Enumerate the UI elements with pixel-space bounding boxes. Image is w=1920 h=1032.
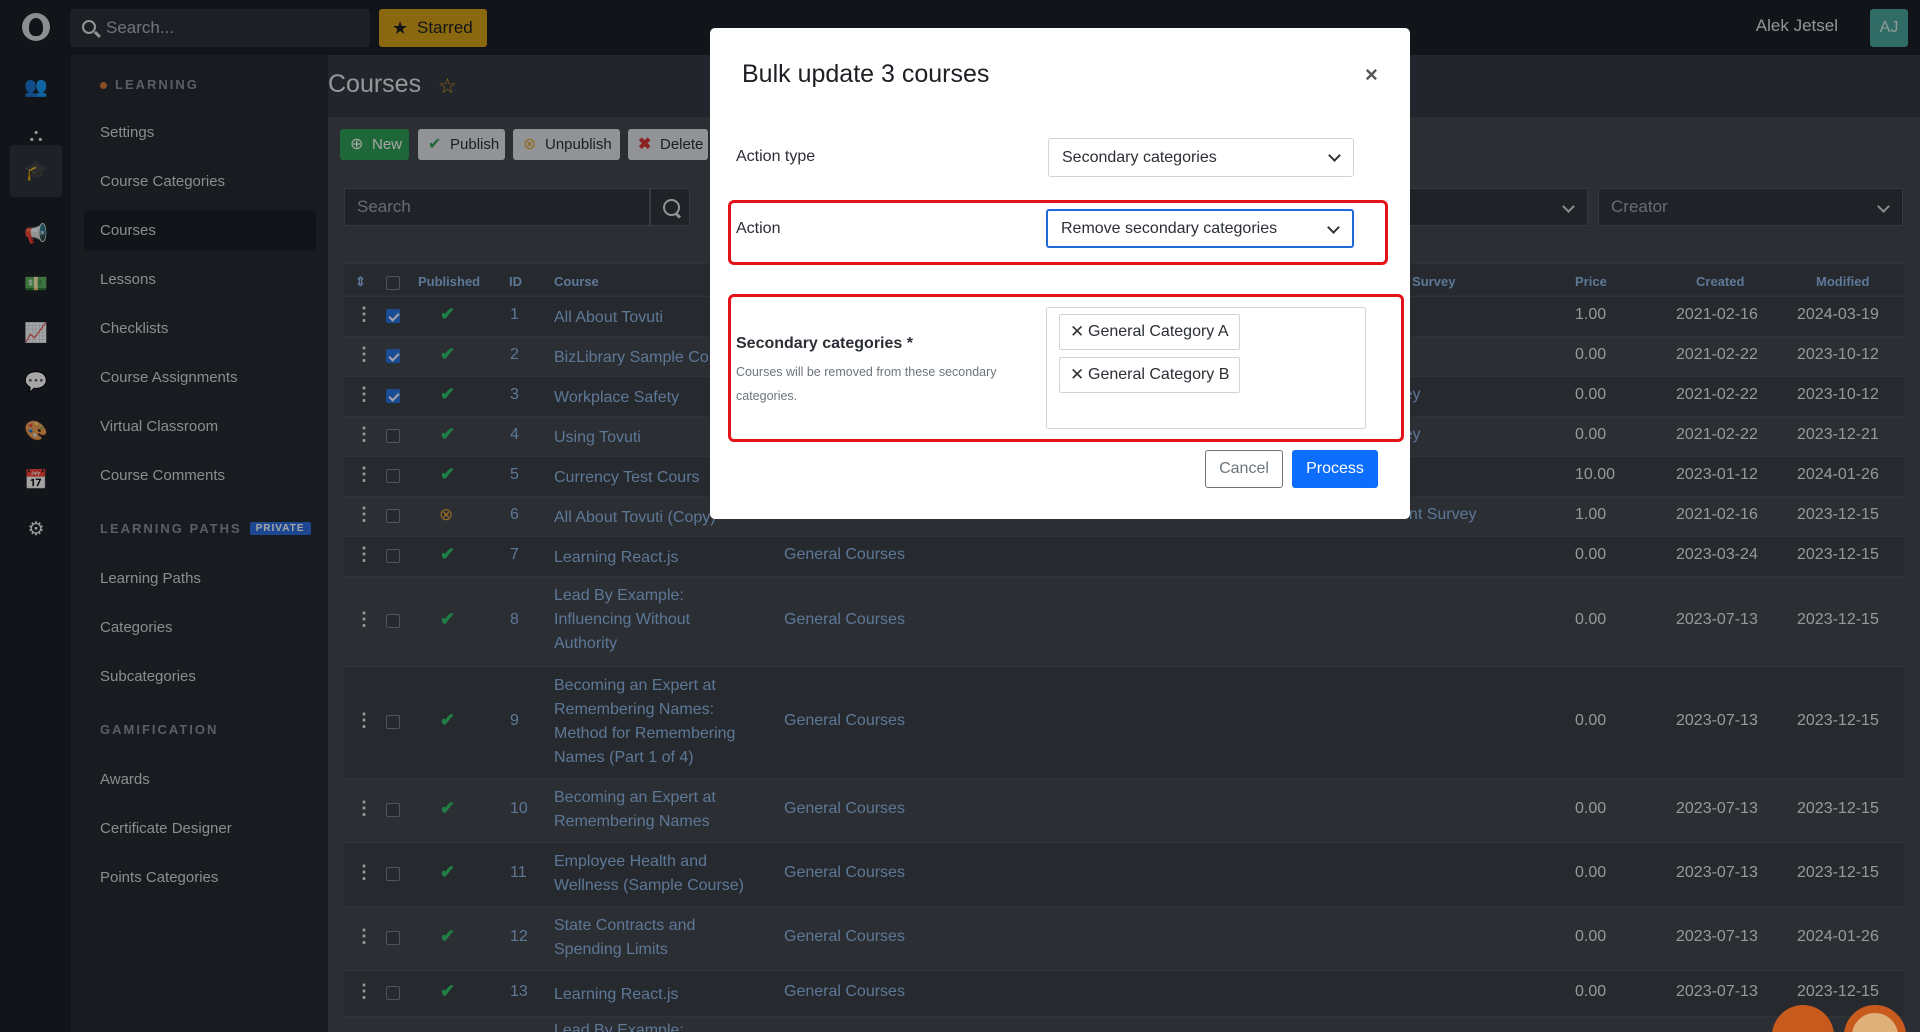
tag-label: General Category B: [1088, 366, 1230, 383]
action-type-select[interactable]: Secondary categories: [1048, 138, 1354, 177]
action-type-label: Action type: [736, 148, 816, 165]
cancel-button[interactable]: Cancel: [1205, 450, 1283, 488]
process-button[interactable]: Process: [1292, 450, 1378, 488]
modal-title: Bulk update 3 courses: [742, 60, 990, 88]
tag-chip: ✕ General Category B: [1059, 357, 1241, 393]
secondary-categories-label: Secondary categories *: [736, 335, 913, 352]
secondary-categories-field[interactable]: ✕ General Category A ✕ General Category B: [1046, 307, 1366, 429]
remove-tag-icon[interactable]: ✕: [1070, 315, 1084, 349]
action-value: Remove secondary categories: [1061, 220, 1278, 237]
chevron-down-icon: [1327, 221, 1340, 234]
action-type-value: Secondary categories: [1062, 149, 1217, 166]
bulk-update-modal: Bulk update 3 courses × Action type Seco…: [710, 28, 1410, 519]
tag-chip: ✕ General Category A: [1059, 314, 1240, 350]
close-icon[interactable]: ×: [1365, 62, 1378, 88]
action-select[interactable]: Remove secondary categories: [1046, 209, 1354, 248]
remove-tag-icon[interactable]: ✕: [1070, 358, 1084, 392]
secondary-categories-help: Courses will be removed from these secon…: [736, 365, 997, 403]
tag-label: General Category A: [1088, 323, 1229, 340]
action-label: Action: [736, 220, 781, 237]
chevron-down-icon: [1328, 149, 1341, 162]
